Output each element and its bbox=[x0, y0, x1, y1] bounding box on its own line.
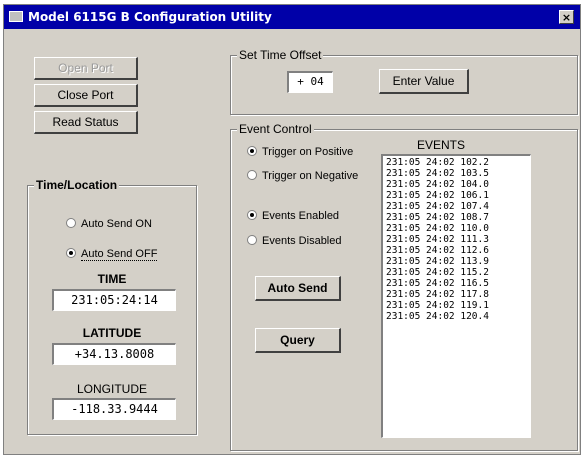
time-offset-group: Set Time Offset + 04 Enter Value bbox=[230, 48, 578, 115]
query-button[interactable]: Query bbox=[255, 328, 341, 353]
auto-send-button[interactable]: Auto Send bbox=[255, 276, 341, 301]
radio-unselected-icon bbox=[247, 235, 257, 245]
app-icon bbox=[9, 11, 23, 22]
time-location-legend: Time/Location bbox=[34, 178, 120, 192]
enter-value-button[interactable]: Enter Value bbox=[379, 69, 469, 94]
events-disabled-radio[interactable]: Events Disabled bbox=[247, 235, 342, 247]
event-list-item[interactable]: 231:05 24:02 103.5 bbox=[383, 168, 530, 179]
radio-selected-icon bbox=[247, 210, 257, 220]
main-window: Model 6115G B Configuration Utility × Op… bbox=[3, 4, 581, 455]
auto-send-off-label: Auto Send OFF bbox=[81, 248, 158, 261]
close-port-button[interactable]: Close Port bbox=[34, 84, 138, 107]
time-offset-input[interactable]: + 04 bbox=[287, 71, 333, 93]
title-bar[interactable]: Model 6115G B Configuration Utility × bbox=[4, 5, 580, 29]
event-list-item[interactable]: 231:05 24:02 117.8 bbox=[383, 289, 530, 300]
radio-unselected-icon bbox=[66, 218, 76, 228]
read-status-button[interactable]: Read Status bbox=[34, 111, 138, 134]
time-offset-legend: Set Time Offset bbox=[237, 48, 324, 62]
close-window-button[interactable]: × bbox=[559, 10, 574, 24]
longitude-field: -118.33.9444 bbox=[52, 398, 176, 420]
auto-send-on-label: Auto Send ON bbox=[81, 218, 152, 230]
events-enabled-radio[interactable]: Events Enabled bbox=[247, 210, 339, 222]
trigger-negative-radio[interactable]: Trigger on Negative bbox=[247, 170, 358, 182]
latitude-label: LATITUDE bbox=[82, 326, 142, 340]
event-list-item[interactable]: 231:05 24:02 106.1 bbox=[383, 190, 530, 201]
latitude-field: +34.13.8008 bbox=[52, 343, 176, 365]
event-list-item[interactable]: 231:05 24:02 110.0 bbox=[383, 223, 530, 234]
event-list-item[interactable]: 231:05 24:02 113.9 bbox=[383, 256, 530, 267]
trigger-negative-label: Trigger on Negative bbox=[262, 170, 359, 182]
event-list-item[interactable]: 231:05 24:02 111.3 bbox=[383, 234, 530, 245]
events-enabled-label: Events Enabled bbox=[262, 210, 340, 222]
event-control-legend: Event Control bbox=[237, 122, 314, 136]
event-list-item[interactable]: 231:05 24:02 102.2 bbox=[383, 157, 530, 168]
time-location-group: Time/Location Auto Send ON Auto Send OFF… bbox=[27, 178, 197, 435]
events-disabled-label: Events Disabled bbox=[262, 235, 342, 247]
auto-send-on-radio[interactable]: Auto Send ON bbox=[66, 218, 152, 230]
radio-selected-icon bbox=[66, 248, 76, 258]
event-list-item[interactable]: 231:05 24:02 104.0 bbox=[383, 179, 530, 190]
longitude-label: LONGITUDE bbox=[76, 382, 147, 396]
event-list-item[interactable]: 231:05 24:02 119.1 bbox=[383, 300, 530, 311]
window-title: Model 6115G B Configuration Utility bbox=[28, 10, 272, 24]
event-list-item[interactable]: 231:05 24:02 108.7 bbox=[383, 212, 530, 223]
event-list-item[interactable]: 231:05 24:02 116.5 bbox=[383, 278, 530, 289]
event-list-item[interactable]: 231:05 24:02 107.4 bbox=[383, 201, 530, 212]
events-list[interactable]: 231:05 24:02 102.2 231:05 24:02 103.5 231:… bbox=[381, 154, 531, 438]
time-field: 231:05:24:14 bbox=[52, 289, 176, 311]
open-port-button[interactable]: Open Port bbox=[34, 57, 138, 80]
event-list-item[interactable]: 231:05 24:02 120.4 bbox=[383, 311, 530, 322]
trigger-positive-label: Trigger on Positive bbox=[262, 146, 354, 158]
trigger-positive-radio[interactable]: Trigger on Positive bbox=[247, 146, 353, 158]
event-list-item[interactable]: 231:05 24:02 115.2 bbox=[383, 267, 530, 278]
radio-selected-icon bbox=[247, 146, 257, 156]
auto-send-off-radio[interactable]: Auto Send OFF bbox=[66, 248, 158, 261]
time-label: TIME bbox=[97, 272, 127, 286]
events-header: EVENTS bbox=[416, 138, 465, 152]
event-list-item[interactable]: 231:05 24:02 112.6 bbox=[383, 245, 530, 256]
event-control-group: Event Control Trigger on Positive Trigge… bbox=[230, 122, 578, 451]
radio-unselected-icon bbox=[247, 170, 257, 180]
